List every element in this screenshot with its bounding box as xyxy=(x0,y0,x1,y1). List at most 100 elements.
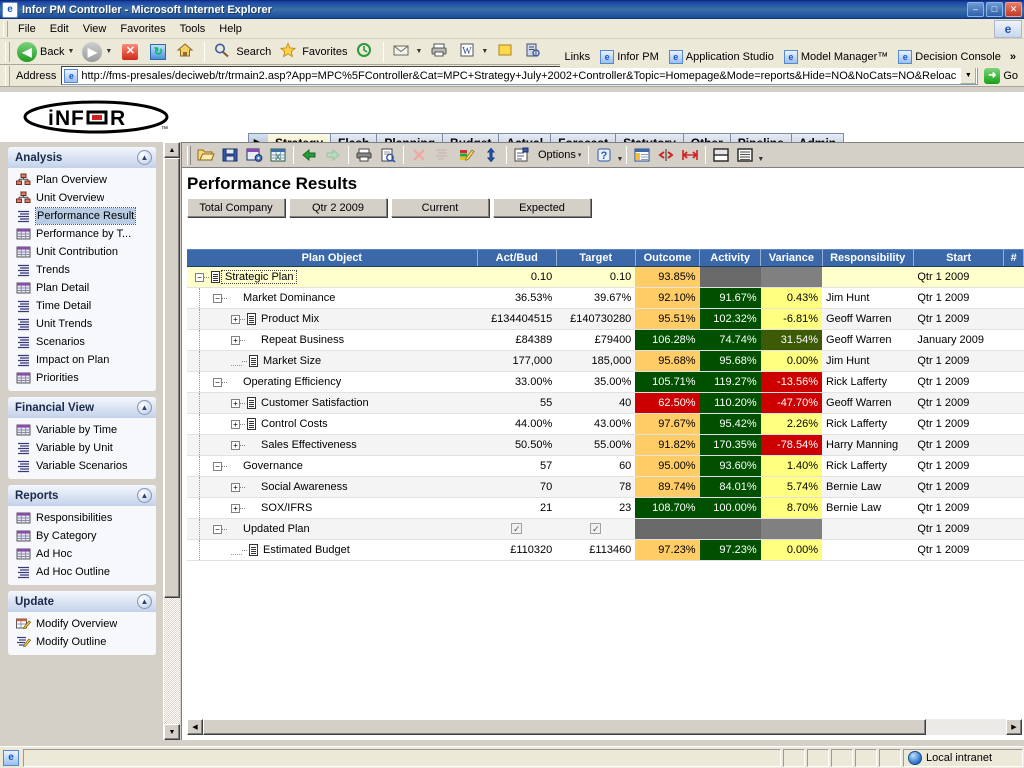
sidebar-group-header-financial-view[interactable]: Financial View ▲ xyxy=(8,397,156,418)
filter-button-current[interactable]: Current xyxy=(391,198,489,217)
cell-act-bud[interactable]: ✓ xyxy=(477,518,557,540)
link-decision-console[interactable]: e Decision Console xyxy=(893,49,1006,65)
cell-outcome[interactable]: 95.00% xyxy=(635,455,700,477)
tree-expand-icon[interactable]: + xyxy=(231,419,240,429)
cell-act-bud[interactable]: 70 xyxy=(477,476,557,498)
tree-expand-icon[interactable]: + xyxy=(231,398,240,408)
cell-hash[interactable] xyxy=(1003,392,1024,414)
edit-icon[interactable] xyxy=(455,145,479,166)
table-row[interactable]: + Product Mix £134404515 £140730280 95.51% 10… xyxy=(187,308,1024,330)
sidebar-item-trends[interactable]: Trends xyxy=(8,261,156,279)
cell-plan-object[interactable]: + Repeat Business xyxy=(187,329,478,351)
chevron-up-icon[interactable]: ▲ xyxy=(137,400,152,415)
sidebar-item-unit-trends[interactable]: Unit Trends xyxy=(8,315,156,333)
cell-plan-object[interactable]: + Social Awareness xyxy=(187,476,478,498)
stop-button[interactable]: ✕ xyxy=(116,41,144,63)
cell-target[interactable]: £79400 xyxy=(556,329,636,351)
menu-file[interactable]: File xyxy=(11,21,43,37)
cell-responsibility[interactable]: Bernie Law xyxy=(822,476,914,498)
sidebar-scroll-track[interactable] xyxy=(164,158,180,724)
cell-outcome[interactable]: 62.50% xyxy=(635,392,700,414)
tree-expand-icon[interactable]: + xyxy=(231,440,240,450)
cell-hash[interactable] xyxy=(1003,455,1024,477)
column-header-start[interactable]: Start xyxy=(913,249,1005,267)
address-grip[interactable] xyxy=(5,65,10,86)
cell-responsibility[interactable]: Jim Hunt xyxy=(822,350,914,372)
delete-icon[interactable] xyxy=(407,145,431,166)
cell-outcome[interactable]: 97.23% xyxy=(635,539,700,561)
cell-outcome[interactable]: 91.82% xyxy=(635,434,700,456)
table-row[interactable]: − Operating Efficiency 33.00% 35.00% 105.71%… xyxy=(187,371,1024,393)
menu-view[interactable]: View xyxy=(76,21,114,37)
print-button[interactable] xyxy=(426,41,454,63)
menu-grip[interactable] xyxy=(3,20,8,37)
split-list-icon[interactable] xyxy=(733,145,757,166)
hscroll-track[interactable] xyxy=(203,719,1006,735)
forward-dropdown-icon[interactable]: ▼ xyxy=(105,48,112,55)
table-row[interactable]: + Repeat Business £84389 £79400 106.28% 74.74… xyxy=(187,329,1024,351)
cell-activity[interactable]: 95.42% xyxy=(699,413,761,435)
status-security-zone[interactable]: Local intranet xyxy=(903,748,1023,767)
chevron-up-icon[interactable]: ▲ xyxy=(137,488,152,503)
cell-hash[interactable] xyxy=(1003,434,1024,456)
cell-variance[interactable]: -78.54% xyxy=(760,434,823,456)
sidebar-item-variable-by-unit[interactable]: Variable by Unit xyxy=(8,439,156,457)
cell-plan-object[interactable]: − Governance xyxy=(187,455,478,477)
sidebar-group-header-reports[interactable]: Reports ▲ xyxy=(8,485,156,506)
cell-start[interactable]: January 2009 xyxy=(913,329,1004,351)
split-horizontal-icon[interactable] xyxy=(709,145,733,166)
cell-target[interactable]: 78 xyxy=(556,476,636,498)
menu-help[interactable]: Help xyxy=(212,21,249,37)
sidebar-item-performance-result[interactable]: Performance Result xyxy=(8,207,156,225)
address-dropdown-icon[interactable]: ▼ xyxy=(960,67,977,84)
sidebar-group-header-update[interactable]: Update ▲ xyxy=(8,591,156,612)
cell-act-bud[interactable]: 57 xyxy=(477,455,557,477)
sidebar-item-by-category[interactable]: By Category xyxy=(8,527,156,545)
plan-object-label[interactable]: Estimated Budget xyxy=(260,544,350,556)
column-header-outcome[interactable]: Outcome xyxy=(635,249,701,267)
refresh-button[interactable]: ↻ xyxy=(144,41,172,63)
grid-horizontal-scrollbar[interactable]: ◀ ▶ xyxy=(187,719,1022,735)
cell-outcome[interactable]: 92.10% xyxy=(635,287,700,309)
plan-object-label[interactable]: Updated Plan xyxy=(240,523,310,535)
table-row[interactable]: + Customer Satisfaction 55 40 62.50% 110.20% -… xyxy=(187,392,1024,414)
cell-act-bud[interactable]: £110320 xyxy=(477,539,557,561)
cell-activity[interactable]: 97.23% xyxy=(699,539,761,561)
cell-act-bud[interactable]: 36.53% xyxy=(477,287,557,309)
cell-hash[interactable] xyxy=(1003,308,1024,330)
sidebar-scrollbar[interactable]: ▲ ▼ xyxy=(163,142,180,740)
plan-object-label[interactable]: Sales Effectiveness xyxy=(258,439,357,451)
properties-icon[interactable] xyxy=(510,145,534,166)
messenger-button[interactable] xyxy=(492,41,520,63)
cell-outcome[interactable]: 108.70% xyxy=(635,497,700,519)
cell-target[interactable]: 35.00% xyxy=(556,371,636,393)
sidebar-item-modify-outline[interactable]: Modify Outline xyxy=(8,633,156,651)
tree-collapse-icon[interactable]: − xyxy=(213,524,222,534)
cell-start[interactable]: Qtr 1 2009 xyxy=(913,497,1004,519)
edit-word-button[interactable]: W ▼ xyxy=(454,41,492,63)
cell-start[interactable]: Qtr 1 2009 xyxy=(913,413,1004,435)
search-button[interactable]: Search xyxy=(209,41,275,63)
column-header-act-bud[interactable]: Act/Bud xyxy=(477,249,557,267)
cell-activity[interactable]: 95.68% xyxy=(699,350,761,372)
cell-plan-object[interactable]: − Operating Efficiency xyxy=(187,371,478,393)
cell-target[interactable]: £113460 xyxy=(556,539,636,561)
sidebar-item-responsibilities[interactable]: Responsibilities xyxy=(8,509,156,527)
cell-target[interactable]: 55.00% xyxy=(556,434,636,456)
sidebar-item-variable-by-time[interactable]: Variable by Time xyxy=(8,421,156,439)
columns-icon[interactable] xyxy=(630,145,654,166)
column-header-target[interactable]: Target xyxy=(556,249,636,267)
cell-start[interactable]: Qtr 1 2009 xyxy=(913,455,1004,477)
column-header-variance[interactable]: Variance xyxy=(760,249,823,267)
print-icon[interactable] xyxy=(352,145,376,166)
plan-object-label[interactable]: SOX/IFRS xyxy=(258,502,312,514)
cell-start[interactable]: Qtr 1 2009 xyxy=(913,371,1004,393)
sidebar-item-variable-scenarios[interactable]: Variable Scenarios xyxy=(8,457,156,475)
cell-hash[interactable] xyxy=(1003,539,1024,561)
sidebar-item-unit-overview[interactable]: Unit Overview xyxy=(8,189,156,207)
save-icon[interactable] xyxy=(218,145,242,166)
cell-responsibility[interactable] xyxy=(822,518,914,540)
tree-expand-icon[interactable]: + xyxy=(231,482,240,492)
plan-object-label[interactable]: Market Size xyxy=(260,355,321,367)
cell-activity[interactable]: 102.32% xyxy=(699,308,761,330)
